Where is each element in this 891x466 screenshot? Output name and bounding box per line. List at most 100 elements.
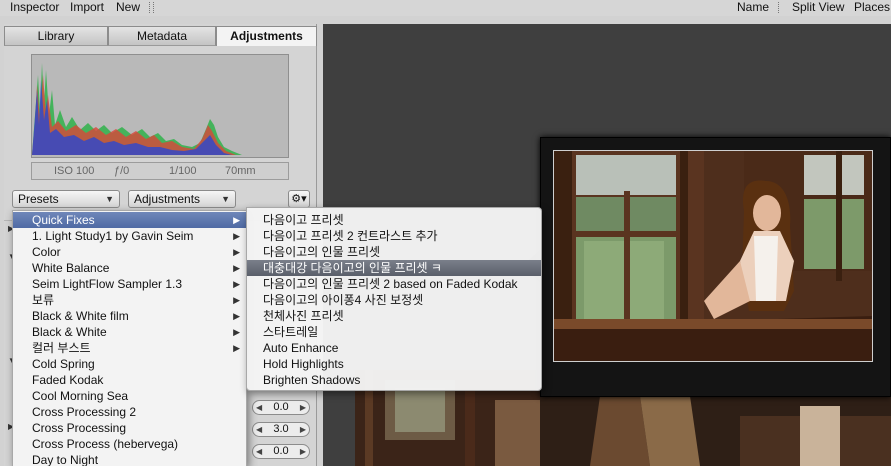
presets-menu-item[interactable]: Cross Process (hebervega) bbox=[13, 436, 246, 452]
increment-arrow-icon[interactable]: ▶ bbox=[300, 445, 306, 458]
quick-fixes-submenu-item-label: 다음이고의 인물 프리셋 bbox=[263, 245, 381, 259]
presets-menu-item[interactable]: 컬러 부스트 ▶ bbox=[13, 340, 246, 356]
presets-menu-item-label: Faded Kodak bbox=[32, 373, 104, 387]
presets-menu-item-label: Black & White bbox=[32, 325, 107, 339]
exif-iso: ISO 100 bbox=[54, 165, 95, 177]
toolbar-import[interactable]: Import bbox=[70, 0, 104, 16]
quick-fixes-submenu-item[interactable]: Hold Highlights bbox=[247, 356, 541, 372]
presets-menu-item-label: Day to Night bbox=[32, 453, 99, 466]
quick-fixes-submenu: 다음이고 프리셋다음이고 프리셋 2 컨트라스트 추가다음이고의 인물 프리셋대… bbox=[246, 207, 542, 391]
exif-info-bar: ISO 100 ƒ/0 1/100 70mm bbox=[31, 162, 289, 180]
presets-menu-item[interactable]: Black & White film ▶ bbox=[13, 308, 246, 324]
quick-fixes-submenu-item-label: 대충대강 다음이고의 인물 프리셋 ㅋ bbox=[263, 261, 442, 275]
chevron-down-icon: ▼ bbox=[105, 194, 114, 204]
presets-popup-button[interactable]: Presets ▼ bbox=[12, 190, 120, 208]
presets-menu-item[interactable]: White Balance ▶ bbox=[13, 260, 246, 276]
quick-fixes-submenu-item[interactable]: 다음이고 프리셋 2 컨트라스트 추가 bbox=[247, 228, 541, 244]
gear-button[interactable]: ⚙▾ bbox=[288, 190, 310, 208]
decrement-arrow-icon[interactable]: ◀ bbox=[256, 445, 262, 458]
submenu-arrow-icon: ▶ bbox=[233, 247, 240, 257]
quick-fixes-submenu-item-label: 스타트레일 bbox=[263, 325, 319, 339]
submenu-arrow-icon: ▶ bbox=[233, 231, 240, 241]
chevron-down-icon: ▼ bbox=[221, 194, 230, 204]
submenu-arrow-icon: ▶ bbox=[233, 215, 240, 225]
tab-metadata[interactable]: Metadata bbox=[108, 26, 216, 46]
submenu-arrow-icon: ▶ bbox=[233, 279, 240, 289]
quick-fixes-submenu-item[interactable]: 천체사진 프리셋 bbox=[247, 308, 541, 324]
presets-menu-item-label: Cold Spring bbox=[32, 357, 95, 371]
loupe-preview bbox=[540, 137, 891, 397]
top-toolbar: Inspector Import New Name Split View Pla… bbox=[0, 0, 891, 16]
presets-menu-item-label: Cross Processing bbox=[32, 421, 127, 435]
main-photo-lower-image bbox=[540, 396, 891, 466]
tab-library[interactable]: Library bbox=[4, 26, 108, 46]
toolbar-new[interactable]: New bbox=[116, 0, 140, 16]
presets-menu-item-label: Color bbox=[32, 245, 61, 259]
adjustments-popup-button[interactable]: Adjustments ▼ bbox=[128, 190, 236, 208]
value-stepper[interactable]: ◀ 3.0 ▶ bbox=[252, 422, 310, 437]
presets-menu-item-label: 보류 bbox=[32, 293, 55, 307]
quick-fixes-submenu-item[interactable]: 대충대강 다음이고의 인물 프리셋 ㅋ bbox=[247, 260, 541, 276]
presets-menu-item[interactable]: Cross Processing 2 bbox=[13, 404, 246, 420]
toolbar-separator bbox=[149, 2, 151, 13]
presets-menu-item-label: Cross Process (hebervega) bbox=[32, 437, 179, 451]
quick-fixes-submenu-item-label: Brighten Shadows bbox=[263, 373, 361, 387]
presets-menu-item[interactable]: Cross Processing bbox=[13, 420, 246, 436]
presets-button-label: Presets bbox=[18, 192, 59, 206]
quick-fixes-submenu-item[interactable]: 다음이고의 인물 프리셋 2 based on Faded Kodak bbox=[247, 276, 541, 292]
quick-fixes-submenu-item-label: Hold Highlights bbox=[263, 357, 344, 371]
presets-menu-item[interactable]: Seim LightFlow Sampler 1.3 ▶ bbox=[13, 276, 246, 292]
histogram bbox=[31, 54, 289, 158]
quick-fixes-submenu-item[interactable]: 다음이고의 아이퐁4 사진 보정셋 bbox=[247, 292, 541, 308]
gear-icon: ⚙▾ bbox=[291, 193, 307, 205]
presets-menu-item[interactable]: 보류 ▶ bbox=[13, 292, 246, 308]
value-stepper-text: 0.0 bbox=[273, 401, 289, 413]
presets-menu-item[interactable]: 1. Light Study1 by Gavin Seim ▶ bbox=[13, 228, 246, 244]
presets-menu-item[interactable]: Color ▶ bbox=[13, 244, 246, 260]
quick-fixes-submenu-item-label: 다음이고 프리셋 2 컨트라스트 추가 bbox=[263, 229, 438, 243]
presets-menu-item[interactable]: Quick Fixes ▶ bbox=[13, 212, 246, 228]
main-photo-lower[interactable] bbox=[540, 396, 891, 466]
toolbar-inspector[interactable]: Inspector bbox=[10, 0, 59, 16]
presets-menu-item[interactable]: Black & White ▶ bbox=[13, 324, 246, 340]
presets-menu-item[interactable]: Cold Spring bbox=[13, 356, 246, 372]
toolbar-places[interactable]: Places bbox=[854, 0, 890, 16]
presets-menu-item-label: Quick Fixes bbox=[32, 213, 95, 227]
quick-fixes-submenu-item[interactable]: 다음이고의 인물 프리셋 bbox=[247, 244, 541, 260]
increment-arrow-icon[interactable]: ▶ bbox=[300, 401, 306, 414]
toolbar-split-view[interactable]: Split View bbox=[792, 0, 844, 16]
quick-fixes-submenu-item-label: 다음이고의 아이퐁4 사진 보정셋 bbox=[263, 293, 424, 307]
histogram-graph bbox=[32, 63, 242, 155]
presets-menu: Quick Fixes ▶ 1. Light Study1 by Gavin Sei… bbox=[12, 210, 247, 466]
presets-menu-item[interactable]: Faded Kodak bbox=[13, 372, 246, 388]
loupe-photo-image bbox=[554, 151, 872, 361]
toolbar-name[interactable]: Name bbox=[737, 0, 769, 16]
quick-fixes-submenu-item-label: 천체사진 프리셋 bbox=[263, 309, 344, 323]
decrement-arrow-icon[interactable]: ◀ bbox=[256, 401, 262, 414]
presets-menu-item[interactable]: Cool Morning Sea bbox=[13, 388, 246, 404]
quick-fixes-submenu-item[interactable]: Auto Enhance bbox=[247, 340, 541, 356]
quick-fixes-submenu-item[interactable]: Brighten Shadows bbox=[247, 372, 541, 388]
decrement-arrow-icon[interactable]: ◀ bbox=[256, 423, 262, 436]
value-stepper-text: 3.0 bbox=[273, 423, 289, 435]
increment-arrow-icon[interactable]: ▶ bbox=[300, 423, 306, 436]
submenu-arrow-icon: ▶ bbox=[233, 343, 240, 353]
presets-menu-item[interactable]: Day to Night bbox=[13, 452, 246, 466]
tab-adjustments[interactable]: Adjustments bbox=[216, 26, 317, 46]
value-stepper[interactable]: ◀ 0.0 ▶ bbox=[252, 400, 310, 415]
quick-fixes-submenu-item-label: 다음이고의 인물 프리셋 2 based on Faded Kodak bbox=[263, 277, 518, 291]
value-stepper[interactable]: ◀ 0.0 ▶ bbox=[252, 444, 310, 459]
presets-menu-item-label: 컬러 부스트 bbox=[32, 341, 91, 355]
quick-fixes-submenu-item-label: 다음이고 프리셋 bbox=[263, 213, 344, 227]
exif-focal-length: 70mm bbox=[225, 165, 256, 177]
adjustments-button-label: Adjustments bbox=[134, 192, 201, 206]
exif-shutter: 1/100 bbox=[169, 165, 197, 177]
exif-aperture: ƒ/0 bbox=[114, 165, 130, 177]
quick-fixes-submenu-item[interactable]: 스타트레일 bbox=[247, 324, 541, 340]
presets-menu-item-label: Black & White film bbox=[32, 309, 129, 323]
presets-menu-item-label: Seim LightFlow Sampler 1.3 bbox=[32, 277, 183, 291]
toolbar-separator bbox=[778, 2, 780, 13]
quick-fixes-submenu-item-label: Auto Enhance bbox=[263, 341, 339, 355]
presets-menu-item-label: Cool Morning Sea bbox=[32, 389, 129, 403]
quick-fixes-submenu-item[interactable]: 다음이고 프리셋 bbox=[247, 212, 541, 228]
